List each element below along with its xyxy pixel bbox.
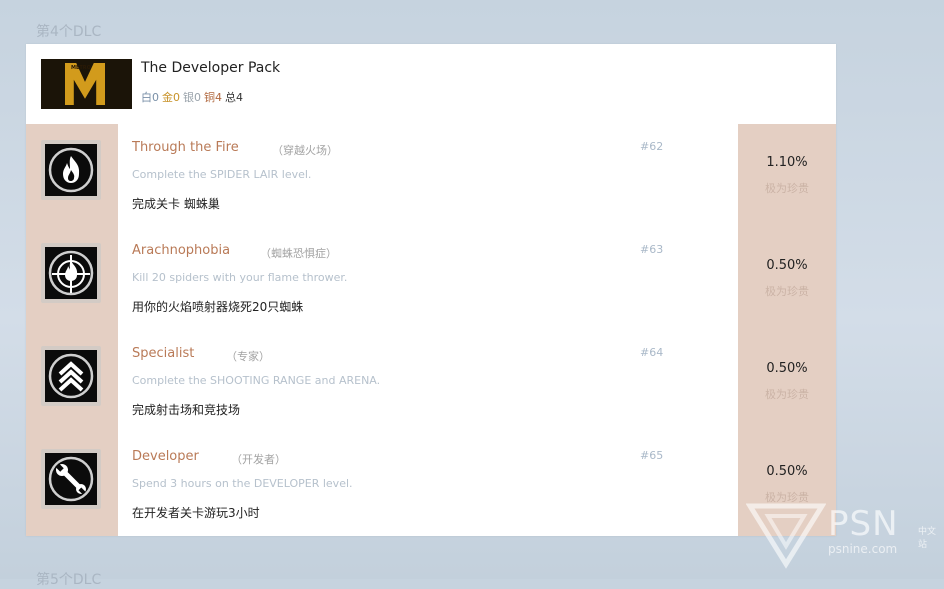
stat-silver: 银0 — [183, 91, 201, 104]
trophy-number: #63 — [640, 243, 664, 256]
trophy-zh-description: 在开发者关卡游玩3小时 — [132, 506, 260, 520]
trophy-earn-rate: 0.50% — [766, 361, 808, 376]
trophy-name-link[interactable]: Through the Fire — [132, 140, 239, 155]
trophy-cn-name: （专家） — [226, 350, 270, 363]
cover-text: METRO — [71, 65, 91, 71]
trophy-cn-name: （蜘蛛恐惧症） — [260, 247, 337, 260]
crosshair-flame-icon — [45, 247, 97, 299]
psnine-watermark: PSN 中文站 psnine.com — [746, 500, 936, 570]
trophy-row: Specialist （专家） Complete the SHOOTING RA… — [26, 330, 836, 433]
stat-bronze: 铜4 — [204, 91, 222, 104]
trophy-cn-name: （开发者） — [231, 453, 286, 466]
stat-total: 总4 — [225, 91, 243, 104]
trophy-icon-frame[interactable] — [41, 449, 101, 509]
trophy-rarity: 极为珍贵 — [765, 285, 809, 298]
trophy-description: Spend 3 hours on the DEVELOPER level. — [132, 477, 353, 490]
trophy-number: #62 — [640, 140, 664, 153]
trophy-cn-name: （穿越火场） — [272, 144, 338, 157]
watermark-url: psnine.com — [828, 542, 898, 556]
dlc-cover-image[interactable]: METRO — [41, 59, 132, 109]
trophy-number: #64 — [640, 346, 664, 359]
trophy-zh-description: 完成射击场和竞技场 — [132, 403, 241, 417]
trophy-rarity: 极为珍贵 — [765, 182, 809, 195]
trophy-icon-frame[interactable] — [41, 243, 101, 303]
trophy-name-link[interactable]: Arachnophobia — [132, 243, 230, 258]
trophy-icon-frame[interactable] — [41, 346, 101, 406]
trophy-earn-rate: 0.50% — [766, 258, 808, 273]
section-title-dlc5: 第5个DLC — [36, 572, 102, 588]
trophy-zh-description: 用你的火焰喷射器烧死20只蜘蛛 — [132, 300, 304, 314]
trophy-icon-frame[interactable] — [41, 140, 101, 200]
chevrons-up-icon — [45, 350, 97, 402]
trophy-rarity: 极为珍贵 — [765, 388, 809, 401]
wrench-icon — [45, 453, 97, 505]
dlc-card: METRO The Developer Pack 白0 金0 银0 铜4 总4 Thro… — [26, 44, 836, 536]
watermark-brand: PSN — [828, 504, 899, 544]
stat-platinum: 白0 — [141, 91, 159, 104]
watermark-suffix: 中文站 — [918, 527, 937, 550]
section-title-dlc4: 第4个DLC — [36, 24, 102, 40]
trophy-zh-description: 完成关卡 蜘蛛巢 — [132, 197, 220, 211]
trophy-description: Complete the SHOOTING RANGE and ARENA. — [132, 374, 381, 387]
dlc-title[interactable]: The Developer Pack — [141, 60, 280, 76]
dlc-header: METRO The Developer Pack 白0 金0 银0 铜4 总4 — [26, 44, 836, 124]
stat-gold: 金0 — [162, 91, 180, 104]
trophy-earn-rate: 0.50% — [766, 464, 808, 479]
flame-icon — [45, 144, 97, 196]
trophy-earn-rate: 1.10% — [766, 155, 808, 170]
trophy-row: Developer （开发者） Spend 3 hours on the DEV… — [26, 433, 836, 536]
trophy-row: Arachnophobia （蜘蛛恐惧症） Kill 20 spiders wi… — [26, 227, 836, 330]
trophy-stats: 白0 金0 银0 铜4 总4 — [141, 89, 246, 105]
trophy-name-link[interactable]: Developer — [132, 449, 199, 464]
trophy-description: Complete the SPIDER LAIR level. — [132, 168, 312, 181]
trophy-list: Through the Fire （穿越火场） Complete the SPI… — [26, 124, 836, 536]
trophy-name-link[interactable]: Specialist — [132, 346, 194, 361]
trophy-number: #65 — [640, 449, 664, 462]
psnine-logo-icon — [746, 503, 826, 569]
trophy-description: Kill 20 spiders with your flame thrower. — [132, 271, 348, 284]
trophy-row: Through the Fire （穿越火场） Complete the SPI… — [26, 124, 836, 227]
